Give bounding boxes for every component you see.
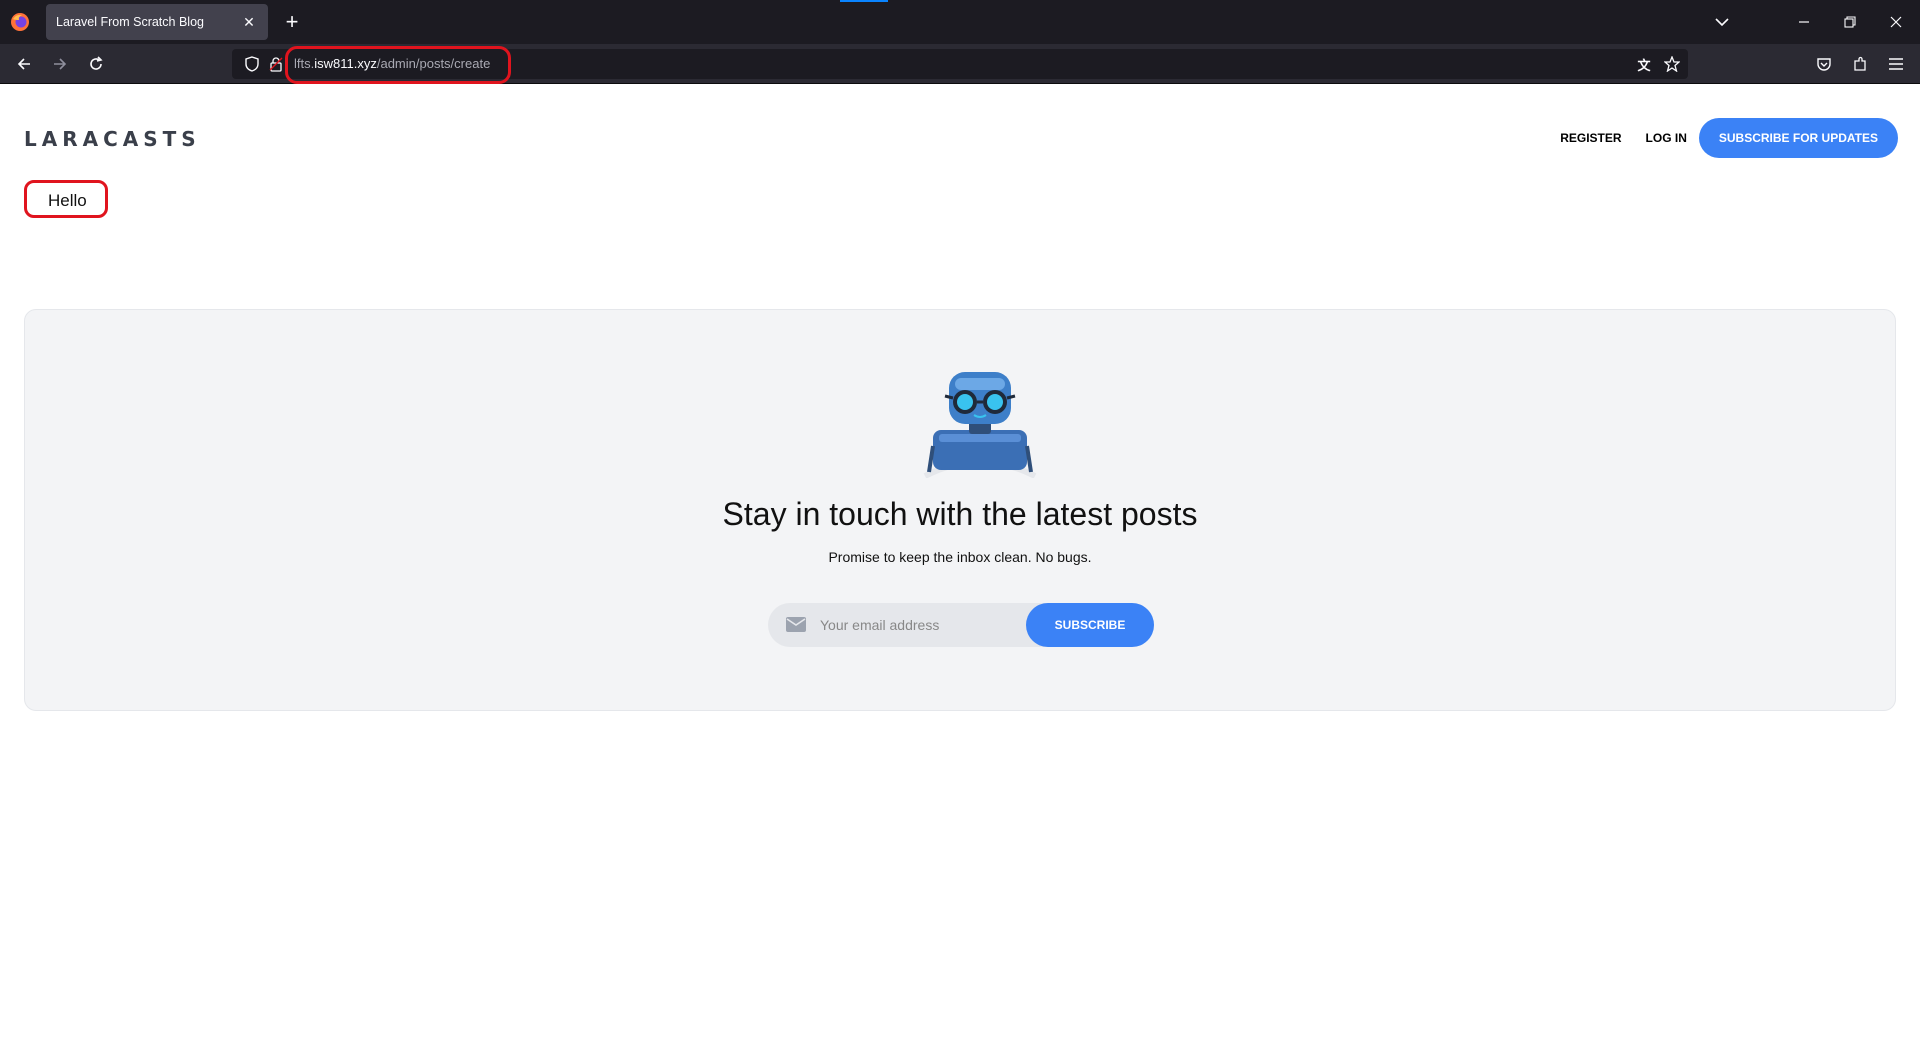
newsletter-section: Stay in touch with the latest posts Prom… (24, 309, 1896, 711)
bookmark-star-icon[interactable] (1660, 52, 1684, 76)
extensions-icon[interactable] (1848, 52, 1872, 76)
login-link[interactable]: LOG IN (1646, 131, 1687, 145)
restore-icon[interactable] (1838, 10, 1862, 34)
shield-icon[interactable] (240, 52, 264, 76)
pocket-icon[interactable] (1812, 52, 1836, 76)
hello-annotation-circle (24, 180, 108, 218)
newsletter-title: Stay in touch with the latest posts (722, 496, 1198, 532)
list-all-tabs-icon[interactable] (1710, 10, 1734, 34)
top-nav: REGISTER LOG IN SUBSCRIBE FOR UPDATES (1560, 118, 1898, 158)
translate-icon[interactable]: 文 (1632, 52, 1656, 76)
menu-icon[interactable] (1884, 52, 1908, 76)
reload-icon[interactable] (84, 52, 108, 76)
back-arrow-icon[interactable] (12, 52, 36, 76)
laracasts-logo[interactable]: LARACASTS (24, 127, 201, 151)
robot-mascot-icon (923, 372, 1037, 478)
forward-arrow-icon[interactable] (48, 52, 72, 76)
subscribe-for-updates-button[interactable]: SUBSCRIBE FOR UPDATES (1698, 118, 1898, 158)
newsletter-subtitle: Promise to keep the inbox clean. No bugs… (828, 549, 1092, 565)
firefox-icon (11, 13, 29, 31)
minimize-icon[interactable] (1792, 10, 1816, 34)
url-annotation-circle (285, 46, 511, 84)
close-window-icon[interactable] (1884, 10, 1908, 34)
page-content: LARACASTS REGISTER LOG IN SUBSCRIBE FOR … (0, 85, 1920, 1040)
close-tab-icon[interactable]: ✕ (240, 13, 258, 31)
subscribe-button[interactable]: SUBSCRIBE (1026, 603, 1154, 647)
mail-icon (786, 617, 806, 632)
browser-tabbar: Laravel From Scratch Blog ✕ + (0, 0, 1920, 44)
tab-indicator (840, 0, 888, 2)
tab-title: Laravel From Scratch Blog (56, 15, 204, 29)
browser-tab[interactable]: Laravel From Scratch Blog ✕ (46, 4, 268, 40)
newsletter-form: SUBSCRIBE (768, 603, 1154, 647)
register-link[interactable]: REGISTER (1560, 131, 1621, 145)
new-tab-button[interactable]: + (280, 9, 304, 34)
email-input[interactable] (818, 609, 1018, 641)
